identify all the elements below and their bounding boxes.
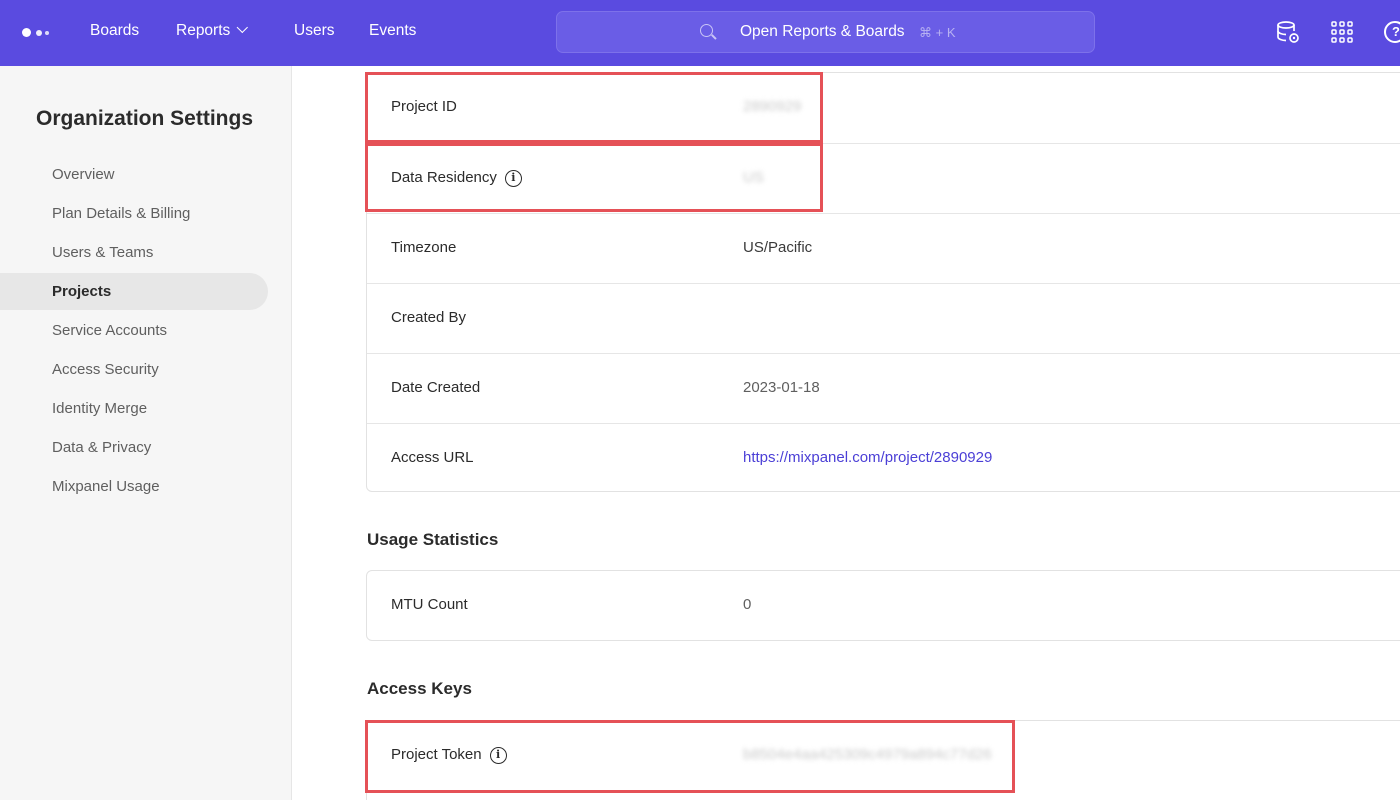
nav-events-label: Events <box>369 22 417 39</box>
detail-row: Project ID 2890929 <box>367 73 1400 143</box>
project-id-value: 2890929 <box>743 98 802 115</box>
help-icon[interactable]: ? <box>1384 21 1400 43</box>
nav-reports-label: Reports <box>176 22 231 39</box>
mixpanel-logo-icon[interactable] <box>22 28 52 38</box>
timezone-label: Timezone <box>391 239 457 256</box>
nav-events[interactable]: Events <box>369 22 416 40</box>
project-token-label: Project Token i <box>391 746 507 764</box>
database-settings-icon[interactable] <box>1276 20 1302 46</box>
detail-row: Created By <box>367 283 1400 353</box>
mtu-count-value: 0 <box>743 596 752 613</box>
search-icon <box>700 24 717 40</box>
sidebar-item-plan-details-billing[interactable]: Plan Details & Billing <box>0 195 268 232</box>
project-token-label-text: Project Token <box>391 746 482 763</box>
detail-row: Project Token i b8504e4aa425309c4979a894c… <box>367 721 1400 791</box>
detail-row: Timezone US/Pacific <box>367 213 1400 283</box>
date-created-value: 2023-01-18 <box>743 379 820 396</box>
nav-boards[interactable]: Boards <box>90 22 139 40</box>
sidebar-item-users-teams[interactable]: Users & Teams <box>0 234 268 271</box>
info-icon[interactable]: i <box>504 170 522 187</box>
timezone-value: US/Pacific <box>743 239 813 256</box>
usage-statistics-card: MTU Count 0 <box>366 570 1400 641</box>
top-nav-bar: Boards Reports Users Events Open Reports… <box>0 0 1400 66</box>
nav-users[interactable]: Users <box>294 22 334 40</box>
nav-reports[interactable]: Reports <box>176 21 249 40</box>
sidebar-item-identity-merge[interactable]: Identity Merge <box>0 390 268 427</box>
project-id-label: Project ID <box>391 98 457 115</box>
nav-boards-label: Boards <box>90 22 140 39</box>
info-icon[interactable]: i <box>489 747 507 764</box>
access-url-link[interactable]: https://mixpanel.com/project/2890929 <box>743 449 992 466</box>
usage-statistics-heading: Usage Statistics <box>367 530 499 549</box>
search-input[interactable]: Open Reports & Boards ⌘ + K <box>556 11 1095 53</box>
sidebar-item-mixpanel-usage[interactable]: Mixpanel Usage <box>0 468 268 505</box>
mtu-count-label: MTU Count <box>391 596 468 613</box>
date-created-label: Date Created <box>391 379 481 396</box>
sidebar-item-service-accounts[interactable]: Service Accounts <box>0 312 268 349</box>
search-placeholder: Open Reports & Boards <box>740 23 905 40</box>
data-residency-value: US <box>743 169 764 186</box>
sidebar-title: Organization Settings <box>36 107 254 130</box>
access-keys-heading: Access Keys <box>367 679 472 698</box>
data-residency-label: Data Residency i <box>391 169 522 187</box>
sidebar-item-overview[interactable]: Overview <box>0 156 268 193</box>
sidebar-item-data-privacy[interactable]: Data & Privacy <box>0 429 268 466</box>
detail-row: Data Residency i US <box>367 143 1400 213</box>
data-residency-label-text: Data Residency <box>391 169 497 186</box>
nav-users-label: Users <box>294 22 335 39</box>
project-token-value: b8504e4aa425309c4979a894c77d26 <box>743 746 992 763</box>
apps-grid-icon[interactable] <box>1330 20 1356 46</box>
chevron-down-icon <box>236 21 249 34</box>
detail-row: Access URL https://mixpanel.com/project/… <box>367 423 1400 493</box>
detail-row: MTU Count 0 <box>367 571 1400 641</box>
sidebar-item-projects[interactable]: Projects <box>0 273 268 310</box>
settings-sidebar: Organization Settings Overview Plan Deta… <box>0 66 292 800</box>
access-url-label: Access URL <box>391 449 474 466</box>
project-details-card: Project ID 2890929 Data Residency i US Ti… <box>366 72 1400 492</box>
search-shortcut: ⌘ + K <box>919 25 956 40</box>
created-by-label: Created By <box>391 309 467 326</box>
sidebar-item-access-security[interactable]: Access Security <box>0 351 268 388</box>
access-keys-card: Project Token i b8504e4aa425309c4979a894c… <box>366 720 1400 800</box>
detail-row: Date Created 2023-01-18 <box>367 353 1400 423</box>
